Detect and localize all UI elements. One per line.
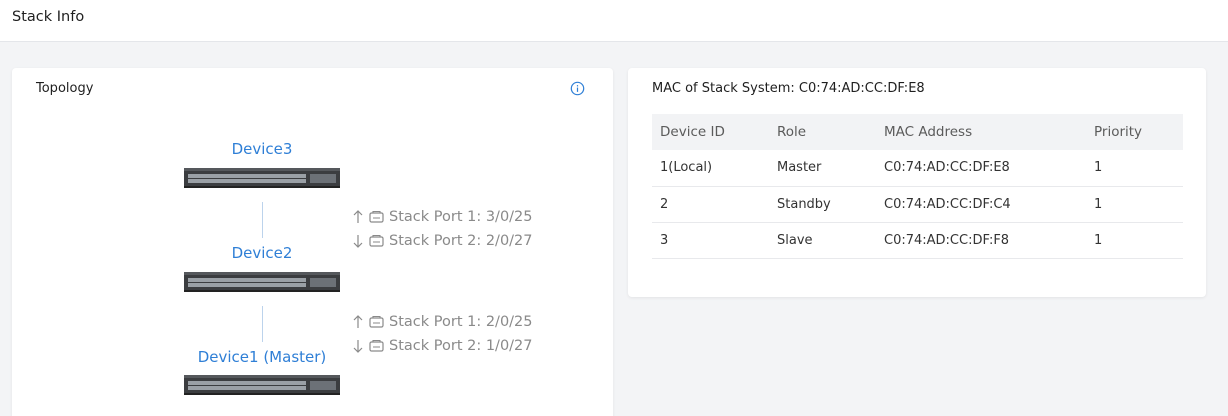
stack-port-icon <box>369 210 384 223</box>
table-row: 2 Standby C0:74:AD:CC:DF:C4 1 <box>652 186 1183 223</box>
topology-card: Topology Device3 Stack Port 1: 3/0/25 St… <box>12 68 613 416</box>
table-row: 1(Local) Master C0:74:AD:CC:DF:E8 1 <box>652 150 1183 187</box>
device-label: Device1 (Master) <box>197 348 327 366</box>
topology-title: Topology <box>36 81 94 96</box>
stack-member-table: Device ID Role MAC Address Priority 1(Lo… <box>652 114 1183 259</box>
stack-link-line <box>262 306 263 342</box>
page-header: Stack Info <box>0 0 1228 42</box>
table-row: 3 Slave C0:74:AD:CC:DF:F8 1 <box>652 222 1183 259</box>
device-label: Device3 <box>231 140 293 158</box>
stack-link-1-ports: Stack Port 1: 3/0/25 Stack Port 2: 2/0/2… <box>352 205 533 253</box>
stack-port-1-text: Stack Port 1: 2/0/25 <box>389 314 533 330</box>
cell-role: Slave <box>769 222 876 259</box>
stack-port-1-line: Stack Port 1: 3/0/25 <box>352 205 533 229</box>
switch-device-icon[interactable] <box>184 166 340 190</box>
stack-port-2-text: Stack Port 2: 1/0/27 <box>389 338 533 354</box>
stack-port-2-line: Stack Port 2: 2/0/27 <box>352 229 533 253</box>
arrow-up-icon <box>353 315 363 328</box>
stack-link-2-ports: Stack Port 1: 2/0/25 Stack Port 2: 1/0/2… <box>352 310 533 358</box>
column-header-priority: Priority <box>1086 114 1183 150</box>
stack-link-line <box>262 202 263 238</box>
column-header-role: Role <box>769 114 876 150</box>
mac-system-title: MAC of Stack System: C0:74:AD:CC:DF:E8 <box>652 81 925 96</box>
stack-port-icon <box>369 315 384 328</box>
cell-device-id: 1(Local) <box>652 150 769 187</box>
cell-priority: 1 <box>1086 186 1183 223</box>
cell-mac-address: C0:74:AD:CC:DF:F8 <box>876 222 1086 259</box>
cell-priority: 1 <box>1086 150 1183 187</box>
stack-port-2-line: Stack Port 2: 1/0/27 <box>352 334 533 358</box>
column-header-device-id: Device ID <box>652 114 769 150</box>
mac-card: MAC of Stack System: C0:74:AD:CC:DF:E8 D… <box>628 68 1206 297</box>
cell-role: Master <box>769 150 876 187</box>
table-header-row: Device ID Role MAC Address Priority <box>652 114 1183 150</box>
cell-mac-address: C0:74:AD:CC:DF:C4 <box>876 186 1086 223</box>
switch-device-icon[interactable] <box>184 270 340 294</box>
cell-priority: 1 <box>1086 222 1183 259</box>
cell-device-id: 2 <box>652 186 769 223</box>
info-icon[interactable] <box>570 81 585 96</box>
arrow-up-icon <box>353 210 363 223</box>
switch-device-icon[interactable] <box>184 373 340 397</box>
cell-mac-address: C0:74:AD:CC:DF:E8 <box>876 150 1086 187</box>
column-header-mac-address: MAC Address <box>876 114 1086 150</box>
stack-port-2-text: Stack Port 2: 2/0/27 <box>389 233 533 249</box>
page-title: Stack Info <box>12 9 85 25</box>
stack-port-1-text: Stack Port 1: 3/0/25 <box>389 209 533 225</box>
stack-port-1-line: Stack Port 1: 2/0/25 <box>352 310 533 334</box>
cell-role: Standby <box>769 186 876 223</box>
cell-device-id: 3 <box>652 222 769 259</box>
device-label: Device2 <box>231 244 293 262</box>
